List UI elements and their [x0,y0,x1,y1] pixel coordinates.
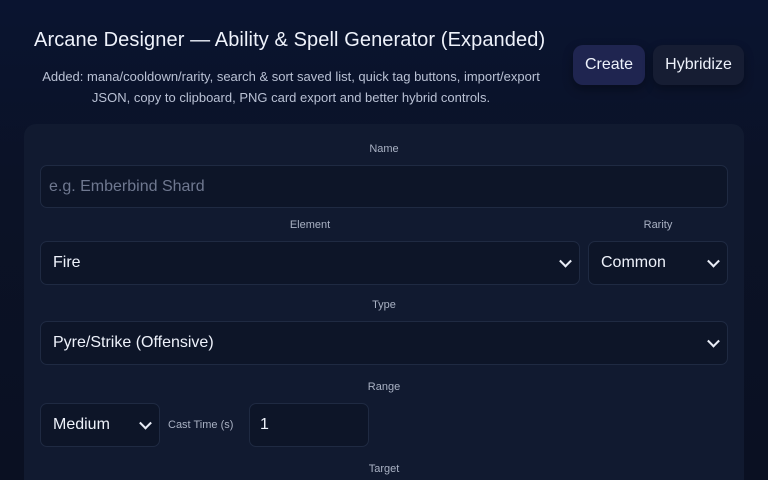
cast-time-label: Cast Time (s) [168,419,234,431]
range-label: Range [367,381,401,393]
type-value: Pyre/Strike (Offensive) [53,334,214,351]
page-subtitle: Added: mana/cooldown/rarity, search & so… [42,69,540,105]
rarity-label: Rarity [643,219,673,231]
form-panel: Name e.g. Emberbind Shard Element Rarity… [24,124,744,480]
chevron-down-icon [139,416,152,430]
create-button[interactable]: Create [573,45,645,85]
range-select[interactable]: Medium [40,403,160,447]
rarity-select[interactable]: Common [588,241,728,285]
cast-time-value: 1 [260,416,269,433]
cast-time-input[interactable]: 1 [249,403,369,447]
element-value: Fire [53,254,81,271]
name-input[interactable]: e.g. Emberbind Shard [40,165,728,208]
chevron-down-icon [707,254,720,268]
hybridize-button[interactable]: Hybridize [653,45,744,85]
chevron-down-icon [707,334,720,348]
name-label: Name [369,143,399,155]
target-label: Target [368,463,400,475]
type-label: Type [372,299,396,311]
type-select[interactable]: Pyre/Strike (Offensive) [40,321,728,365]
page: Arcane Designer — Ability & Spell Genera… [0,0,768,480]
page-title: Arcane Designer — Ability & Spell Genera… [34,29,546,51]
range-value: Medium [53,416,110,433]
rarity-value: Common [601,254,666,271]
chevron-down-icon [559,254,572,268]
name-placeholder: e.g. Emberbind Shard [49,177,205,195]
element-select[interactable]: Fire [40,241,580,285]
header: Arcane Designer — Ability & Spell Genera… [0,0,768,120]
element-label: Element [289,219,331,231]
